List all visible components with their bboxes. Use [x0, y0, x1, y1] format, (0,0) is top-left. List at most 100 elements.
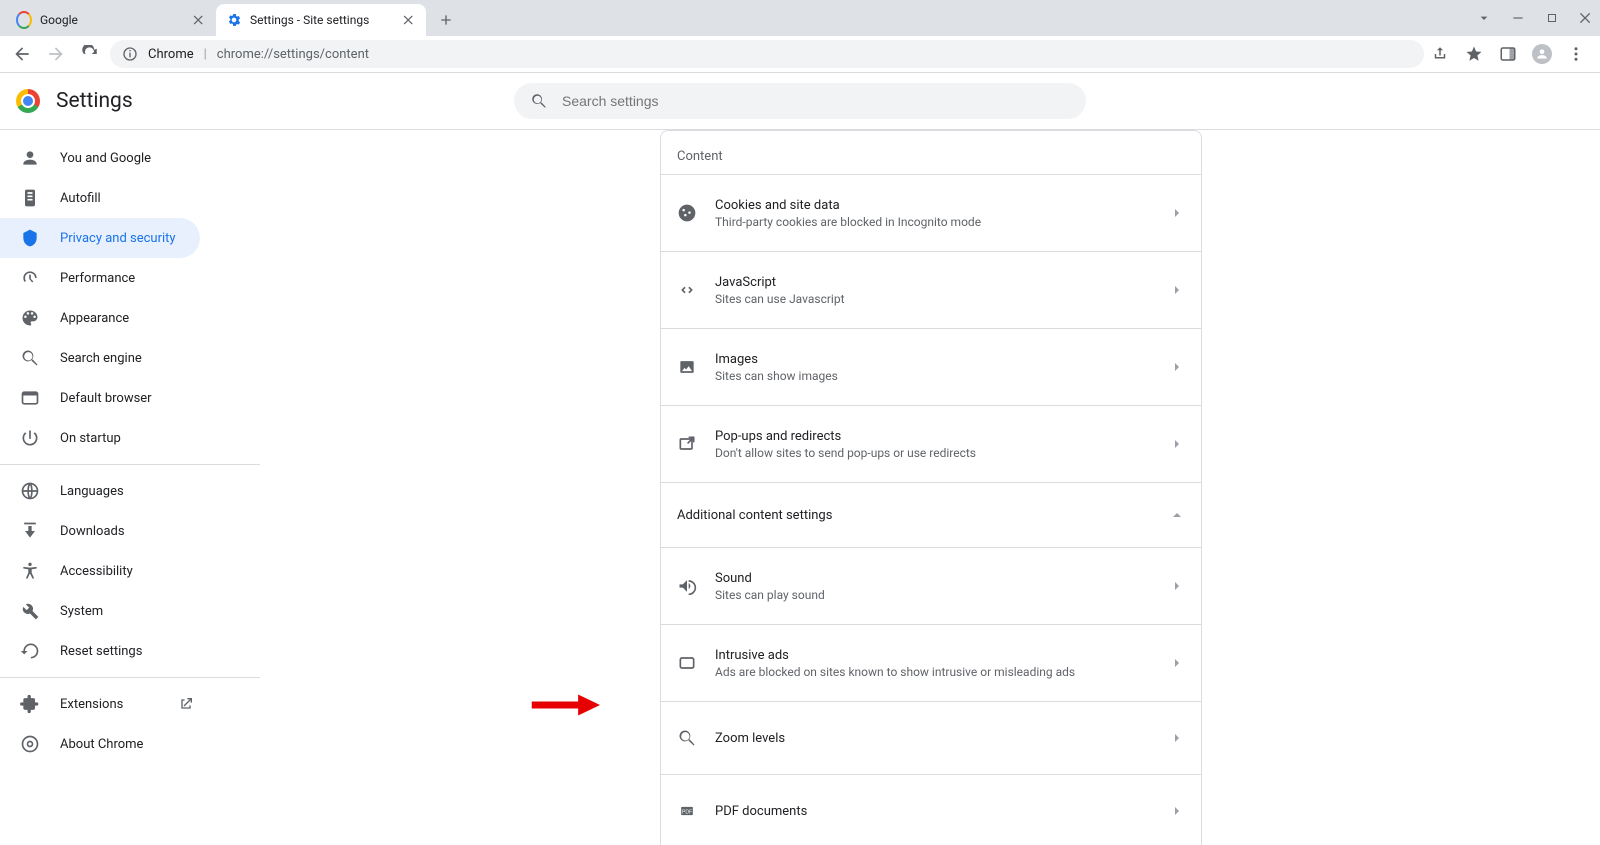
page-title: Settings: [56, 89, 133, 113]
sidebar-item-default-browser[interactable]: Default browser: [0, 378, 200, 418]
browser-tab-settings[interactable]: Settings - Site settings: [216, 4, 426, 36]
back-button[interactable]: [8, 40, 36, 68]
site-info-icon[interactable]: [122, 46, 138, 62]
sidebar-item-search-engine[interactable]: Search engine: [0, 338, 200, 378]
sidebar-item-label: Search engine: [60, 351, 142, 366]
chevron-right-icon: [1169, 655, 1185, 671]
sidebar-item-label: Accessibility: [60, 564, 133, 579]
row-title: JavaScript: [715, 275, 1151, 290]
share-icon[interactable]: [1430, 44, 1450, 64]
code-icon: [677, 280, 697, 300]
settings-favicon: [226, 12, 242, 28]
row-desc: Sites can show images: [715, 369, 1151, 383]
browser-icon: [20, 388, 40, 408]
row-zoom-levels[interactable]: Zoom levels: [661, 701, 1201, 774]
new-tab-button[interactable]: [432, 6, 460, 34]
sidebar-item-appearance[interactable]: Appearance: [0, 298, 200, 338]
wrench-icon: [20, 601, 40, 621]
row-intrusive-ads[interactable]: Intrusive adsAds are blocked on sites kn…: [661, 624, 1201, 701]
palette-icon: [20, 308, 40, 328]
bookmark-star-icon[interactable]: [1464, 44, 1484, 64]
chevron-right-icon: [1169, 578, 1185, 594]
sidebar-item-performance[interactable]: Performance: [0, 258, 200, 298]
sidebar-item-label: Privacy and security: [60, 231, 176, 246]
reload-button[interactable]: [76, 40, 104, 68]
svg-text:PDF: PDF: [682, 810, 692, 816]
settings-header: Settings: [0, 73, 1600, 130]
chevron-right-icon: [1169, 205, 1185, 221]
settings-content[interactable]: Content Cookies and site dataThird-party…: [260, 130, 1600, 845]
sidebar-item-label: Appearance: [60, 311, 129, 326]
maximize-icon[interactable]: [1544, 10, 1560, 26]
sidebar-item-label: You and Google: [60, 151, 151, 166]
browser-toolbar: Chrome | chrome://settings/content: [0, 36, 1600, 73]
chevron-down-icon[interactable]: [1476, 10, 1492, 26]
side-panel-icon[interactable]: [1498, 44, 1518, 64]
chrome-outline-icon: [20, 734, 40, 754]
tab-title: Google: [40, 13, 184, 27]
row-title: Cookies and site data: [715, 198, 1151, 213]
sidebar-item-about-chrome[interactable]: About Chrome: [0, 724, 200, 764]
row-popups[interactable]: Pop-ups and redirectsDon't allow sites t…: [661, 405, 1201, 482]
speedometer-icon: [20, 268, 40, 288]
content-settings-card: Content Cookies and site dataThird-party…: [660, 130, 1202, 845]
search-icon: [530, 92, 548, 110]
power-icon: [20, 428, 40, 448]
chevron-right-icon: [1169, 730, 1185, 746]
sidebar-item-extensions[interactable]: Extensions: [0, 684, 200, 724]
chrome-logo-icon: [16, 89, 40, 113]
window-controls: [1476, 0, 1594, 36]
sound-icon: [677, 576, 697, 596]
globe-icon: [20, 481, 40, 501]
google-favicon: [16, 12, 32, 28]
row-desc: Third-party cookies are blocked in Incog…: [715, 215, 1151, 229]
minimize-icon[interactable]: [1510, 10, 1526, 26]
row-sound[interactable]: SoundSites can play sound: [661, 547, 1201, 624]
row-cookies[interactable]: Cookies and site data Third-party cookies…: [661, 174, 1201, 251]
sidebar-item-label: Languages: [60, 484, 124, 499]
download-icon: [20, 521, 40, 541]
sidebar-item-you-and-google[interactable]: You and Google: [0, 138, 200, 178]
forward-button[interactable]: [42, 40, 70, 68]
browser-tabstrip: Google Settings - Site settings: [0, 0, 1600, 36]
row-additional-settings-expander[interactable]: Additional content settings: [661, 482, 1201, 547]
sidebar-item-languages[interactable]: Languages: [0, 471, 200, 511]
shield-icon: [20, 228, 40, 248]
chevron-right-icon: [1169, 436, 1185, 452]
close-tab-icon[interactable]: [402, 13, 416, 27]
settings-sidebar: You and Google Autofill Privacy and secu…: [0, 130, 260, 845]
sidebar-item-label: System: [60, 604, 103, 619]
close-tab-icon[interactable]: [192, 13, 206, 27]
row-pdf-documents[interactable]: PDF PDF documents: [661, 774, 1201, 845]
sidebar-item-downloads[interactable]: Downloads: [0, 511, 200, 551]
settings-app: Settings You and Google Autofill Privacy…: [0, 73, 1600, 845]
row-desc: Sites can use Javascript: [715, 292, 1151, 306]
sidebar-item-label: Downloads: [60, 524, 125, 539]
sidebar-item-privacy-security[interactable]: Privacy and security: [0, 218, 200, 258]
sidebar-item-label: About Chrome: [60, 737, 143, 752]
sidebar-item-system[interactable]: System: [0, 591, 200, 631]
row-title: Sound: [715, 571, 1151, 586]
settings-search[interactable]: [514, 83, 1086, 119]
browser-tab-google[interactable]: Google: [6, 4, 216, 36]
close-window-icon[interactable]: [1578, 10, 1594, 26]
open-external-icon: [178, 696, 194, 712]
sidebar-item-label: Default browser: [60, 391, 152, 406]
row-javascript[interactable]: JavaScript Sites can use Javascript: [661, 251, 1201, 328]
row-title: PDF documents: [715, 804, 1151, 819]
omnibox[interactable]: Chrome | chrome://settings/content: [110, 40, 1424, 68]
settings-search-input[interactable]: [560, 92, 1070, 110]
sidebar-item-autofill[interactable]: Autofill: [0, 178, 200, 218]
row-desc: Don't allow sites to send pop-ups or use…: [715, 446, 1151, 460]
kebab-menu-icon[interactable]: [1566, 44, 1586, 64]
row-images[interactable]: ImagesSites can show images: [661, 328, 1201, 405]
sidebar-item-on-startup[interactable]: On startup: [0, 418, 200, 458]
ads-icon: [677, 653, 697, 673]
sidebar-item-reset-settings[interactable]: Reset settings: [0, 631, 200, 671]
profile-avatar-icon[interactable]: [1532, 44, 1552, 64]
omnibox-separator: |: [204, 47, 207, 62]
sidebar-item-accessibility[interactable]: Accessibility: [0, 551, 200, 591]
row-title: Zoom levels: [715, 731, 1151, 746]
sidebar-item-label: Extensions: [60, 697, 123, 712]
cookie-icon: [677, 203, 697, 223]
